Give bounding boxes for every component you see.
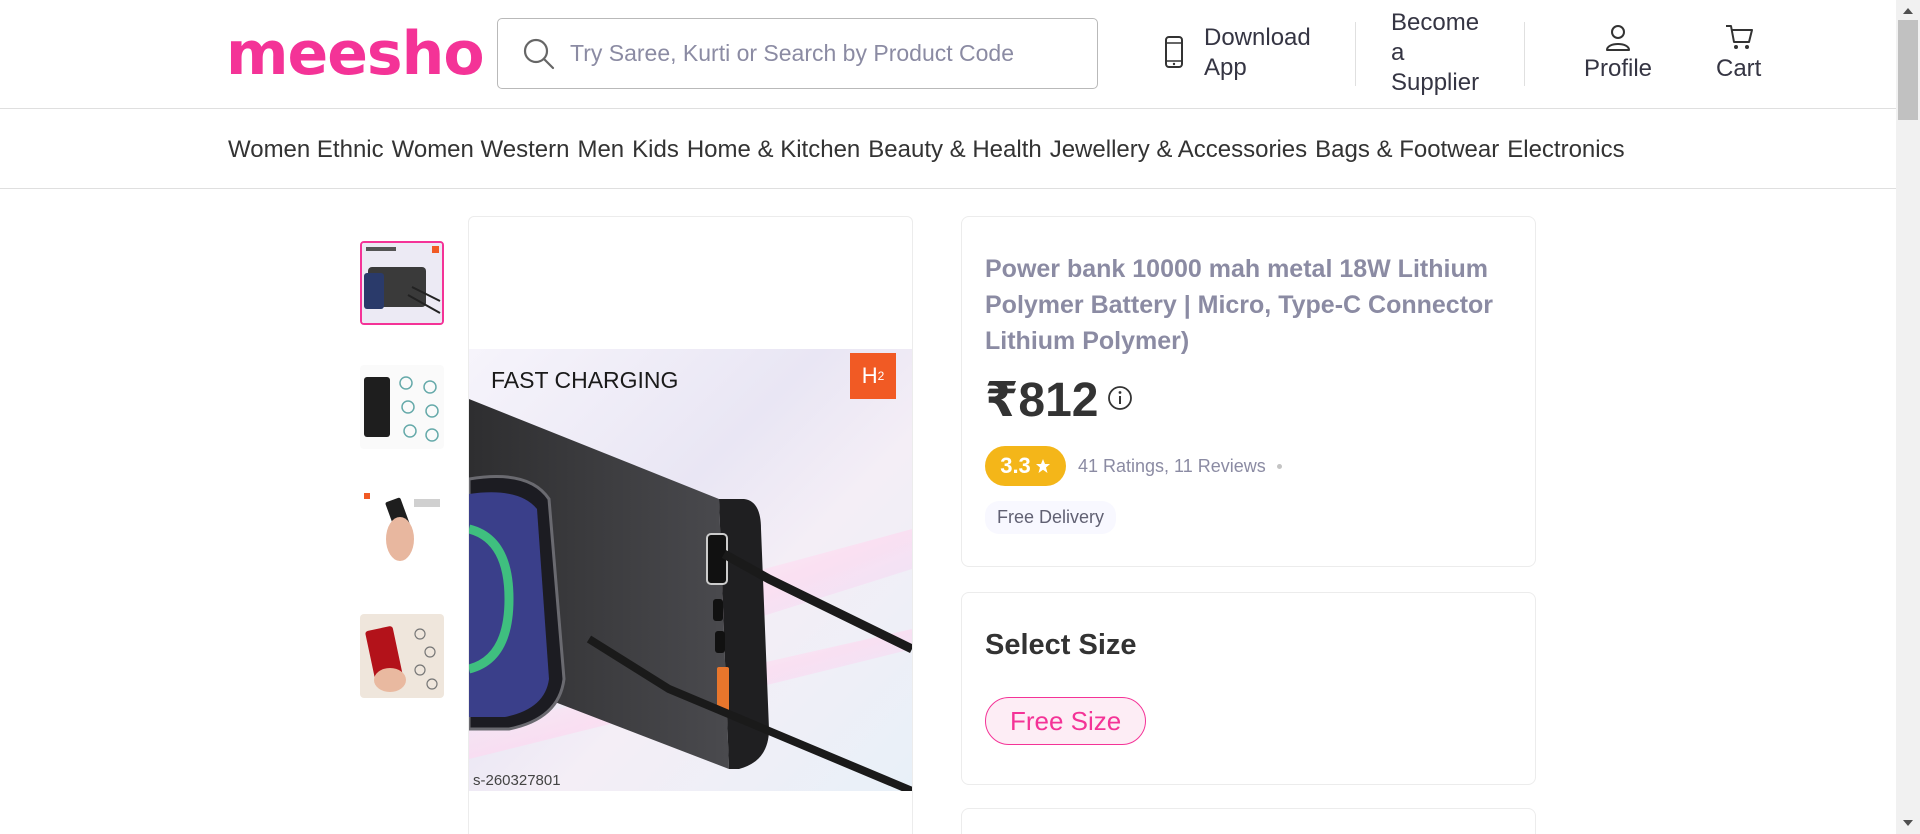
supplier-label-line3: Supplier bbox=[1391, 69, 1480, 96]
product-thumbnail-2[interactable] bbox=[360, 365, 444, 449]
meesho-logo[interactable]: meesho bbox=[226, 14, 485, 94]
supplier-label-line1: Become bbox=[1391, 9, 1480, 36]
powerbank-hand-thumbnail-image bbox=[360, 489, 444, 573]
user-icon bbox=[1606, 25, 1631, 51]
category-nav: Women Ethnic Women Western Men Kids Home… bbox=[0, 110, 1896, 189]
select-size-card: Select Size Free Size bbox=[961, 592, 1536, 785]
category-men[interactable]: Men bbox=[577, 136, 624, 164]
become-supplier-link[interactable]: Become a Supplier bbox=[1391, 8, 1479, 98]
download-label-line2: App bbox=[1204, 54, 1247, 81]
cart-label: Cart bbox=[1716, 55, 1762, 82]
search-input[interactable] bbox=[570, 40, 1070, 67]
product-details-card bbox=[961, 808, 1536, 834]
powerbank-features-thumbnail-image bbox=[360, 365, 444, 449]
info-icon[interactable] bbox=[1107, 385, 1133, 411]
size-option-free-size[interactable]: Free Size bbox=[985, 697, 1147, 745]
category-beauty-health[interactable]: Beauty & Health bbox=[868, 136, 1041, 164]
supplier-label-line2: a bbox=[1391, 39, 1405, 66]
product-thumbnail-3[interactable] bbox=[360, 489, 444, 573]
search-icon bbox=[523, 38, 555, 69]
free-delivery-badge: Free Delivery bbox=[985, 501, 1117, 534]
powerbank-thumbnail-image bbox=[362, 243, 442, 323]
scrollbar-thumb[interactable] bbox=[1898, 20, 1918, 120]
cart-icon bbox=[1725, 25, 1753, 49]
scroll-up-arrow[interactable] bbox=[1903, 8, 1913, 14]
header: meesho Download App Become a Supplier bbox=[0, 0, 1896, 109]
category-home-kitchen[interactable]: Home & Kitchen bbox=[687, 136, 860, 164]
product-thumbnail-4[interactable] bbox=[360, 614, 444, 698]
rating-badge: 3.3 bbox=[985, 446, 1066, 486]
select-size-heading: Select Size bbox=[985, 629, 1137, 661]
rating-value: 3.3 bbox=[1000, 453, 1031, 478]
mobile-phone-icon bbox=[1165, 36, 1183, 68]
star-icon bbox=[1035, 459, 1050, 473]
profile-button[interactable]: Profile bbox=[1584, 22, 1652, 84]
cart-button[interactable]: Cart bbox=[1716, 22, 1761, 84]
product-info-card: Power bank 10000 mah metal 18W Lithium P… bbox=[961, 216, 1536, 567]
product-sku: s-260327801 bbox=[473, 772, 561, 789]
ratings-reviews-count: 41 Ratings, 11 Reviews bbox=[1078, 456, 1266, 476]
main-product-image[interactable]: FAST CHARGING H2 s-260327801 bbox=[469, 349, 912, 791]
powerbank-product-illustration bbox=[469, 399, 912, 791]
product-thumbnail-1[interactable] bbox=[360, 241, 444, 325]
category-electronics[interactable]: Electronics bbox=[1507, 136, 1624, 164]
category-women-western[interactable]: Women Western bbox=[392, 136, 570, 164]
category-jewellery-accessories[interactable]: Jewellery & Accessories bbox=[1050, 136, 1307, 164]
category-bags-footwear[interactable]: Bags & Footwear bbox=[1315, 136, 1499, 164]
separator-dot bbox=[1277, 464, 1282, 469]
header-divider bbox=[1355, 22, 1356, 86]
h2-badge-text: H bbox=[861, 363, 878, 388]
product-title: Power bank 10000 mah metal 18W Lithium P… bbox=[985, 255, 1494, 355]
category-kids[interactable]: Kids bbox=[632, 136, 679, 164]
profile-label: Profile bbox=[1584, 55, 1653, 82]
header-divider bbox=[1524, 22, 1525, 86]
scroll-down-arrow[interactable] bbox=[1903, 820, 1913, 826]
product-price: ₹812 bbox=[985, 374, 1099, 427]
download-app-link[interactable]: Download App bbox=[1160, 22, 1311, 84]
category-women-ethnic[interactable]: Women Ethnic bbox=[228, 136, 384, 164]
page-scrollbar[interactable] bbox=[1896, 0, 1920, 834]
powerbank-red-thumbnail-image bbox=[360, 614, 444, 698]
download-label-line1: Download bbox=[1204, 24, 1311, 51]
h2-brand-badge: H2 bbox=[850, 353, 896, 399]
search-bar[interactable] bbox=[497, 18, 1098, 89]
fast-charging-label: FAST CHARGING bbox=[491, 367, 679, 393]
